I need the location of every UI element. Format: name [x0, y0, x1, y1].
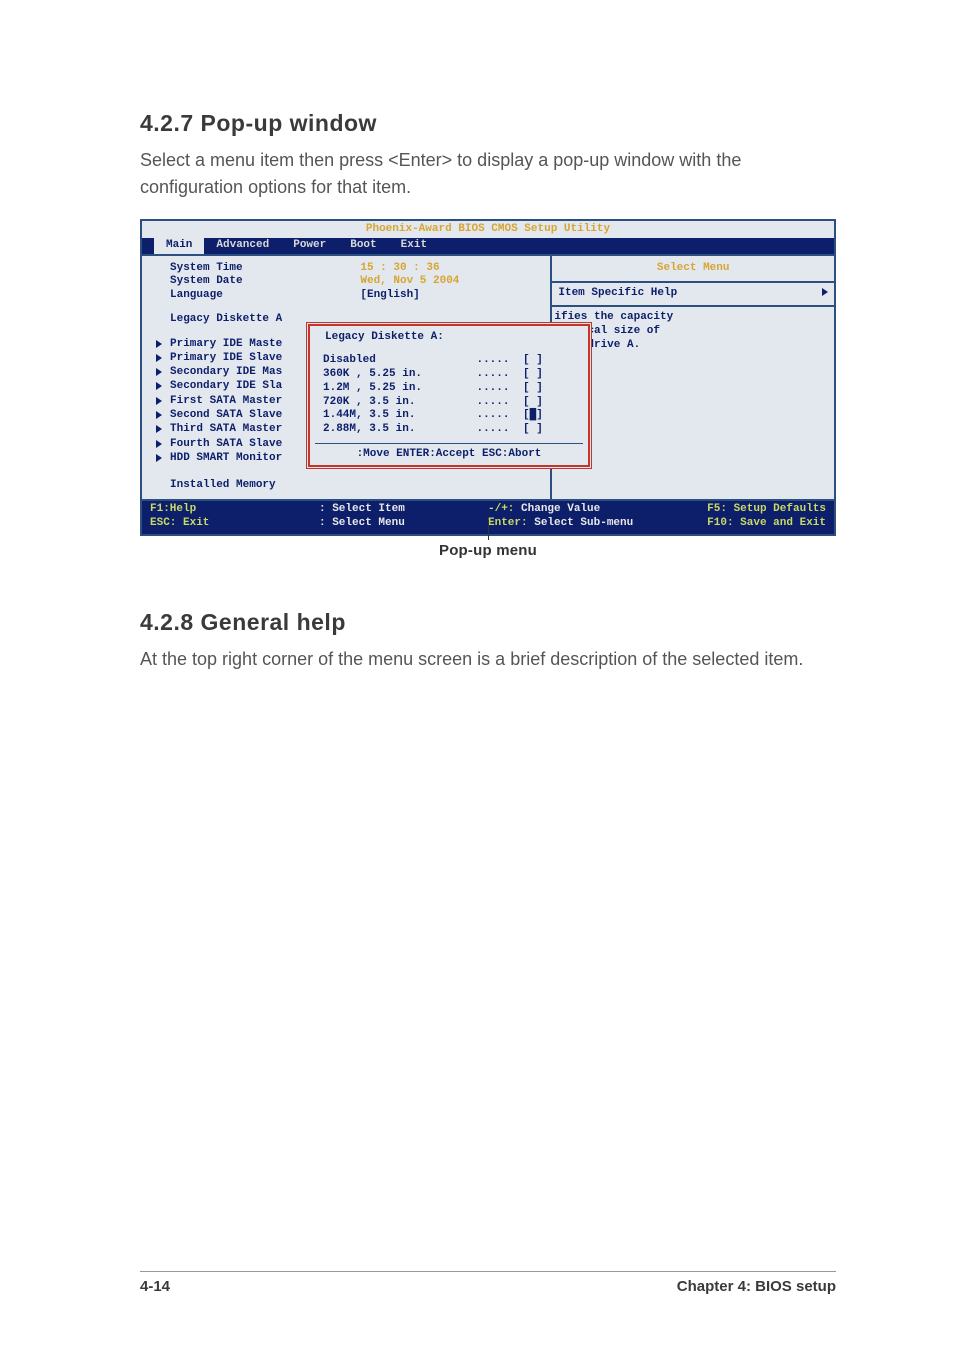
system-date-value: Wed, Nov 5 2004 [360, 275, 540, 289]
popup-option-1-44m[interactable]: 1.44M, 3.5 in. ..... [█] [323, 409, 579, 423]
item-specific-help-header: Item Specific Help [552, 283, 834, 307]
popup-option-720k[interactable]: 720K , 3.5 in. ..... [ ] [323, 396, 579, 410]
popup-option-disabled[interactable]: Disabled ..... [ ] [323, 354, 579, 368]
opt-label: 360K , 5.25 in. [323, 368, 463, 382]
footer-select-menu: : Select Menu [319, 517, 488, 531]
chevron-right-icon [820, 287, 828, 301]
popup-option-1-2m[interactable]: 1.2M , 5.25 in. ..... [ ] [323, 382, 579, 396]
footer-select-item: : Select Item [319, 503, 488, 517]
opt-dots: ..... [463, 396, 523, 410]
tab-exit[interactable]: Exit [389, 238, 439, 254]
bios-left-pane: System Time 15 : 30 : 36 System Date Wed… [142, 256, 552, 499]
row-system-date[interactable]: System Date Wed, Nov 5 2004 [142, 275, 550, 289]
opt-bracket: [█] [523, 409, 563, 423]
popup-option-2-88m[interactable]: 2.88M, 3.5 in. ..... [ ] [323, 423, 579, 437]
system-time-label: System Time [170, 262, 360, 276]
page-number: 4-14 [140, 1278, 170, 1295]
popup-caption: Pop-up menu [140, 542, 836, 559]
item-help-label: Item Specific Help [558, 287, 677, 301]
opt-label: 1.2M , 5.25 in. [323, 382, 463, 396]
language-label: Language [170, 289, 360, 303]
section-4-2-8-paragraph: At the top right corner of the menu scre… [140, 646, 836, 673]
section-4-2-7-paragraph: Select a menu item then press <Enter> to… [140, 147, 836, 201]
opt-bracket: [ ] [523, 354, 563, 368]
page-footer: 4-14 Chapter 4: BIOS setup [0, 1271, 954, 1295]
opt-dots: ..... [463, 382, 523, 396]
opt-bracket: [ ] [523, 396, 563, 410]
opt-bracket: [ ] [523, 368, 563, 382]
section-4-2-8-heading: 4.2.8 General help [140, 609, 836, 636]
popup-option-360k[interactable]: 360K , 5.25 in. ..... [ ] [323, 368, 579, 382]
opt-label: 2.88M, 3.5 in. [323, 423, 463, 437]
popup-title: Legacy Diskette A: [325, 331, 579, 345]
bios-title: Phoenix-Award BIOS CMOS Setup Utility [142, 221, 834, 238]
opt-dots: ..... [463, 354, 523, 368]
language-value: [English] [360, 289, 540, 303]
opt-bracket: [ ] [523, 382, 563, 396]
installed-memory[interactable]: Installed Memory [142, 479, 550, 493]
row-language[interactable]: Language [English] [142, 289, 550, 303]
opt-bracket: [ ] [523, 423, 563, 437]
footer-esc-exit: ESC: Exit [150, 517, 319, 531]
bios-menubar[interactable]: Main Advanced Power Boot Exit [142, 238, 834, 254]
select-menu-header: Select Menu [552, 256, 834, 284]
bios-window: Phoenix-Award BIOS CMOS Setup Utility Ma… [140, 219, 836, 536]
help-text: ifies the capacity physical size of ette… [552, 307, 834, 499]
footer-f5-defaults: F5: Setup Defaults [657, 503, 826, 517]
footer-f1-help: F1:Help [150, 503, 319, 517]
opt-dots: ..... [463, 368, 523, 382]
opt-label: 720K , 3.5 in. [323, 396, 463, 410]
system-time-value: 15 : 30 : 36 [360, 262, 540, 276]
system-date-label: System Date [170, 275, 360, 289]
opt-label: 1.44M, 3.5 in. [323, 409, 463, 423]
hdd-smart-label: HDD SMART Monitor [170, 452, 282, 464]
opt-dots: ..... [463, 409, 523, 423]
bios-right-pane: Select Menu Item Specific Help ifies the… [552, 256, 834, 499]
popup-keyhint: :Move ENTER:Accept ESC:Abort [319, 448, 579, 462]
tab-advanced[interactable]: Advanced [204, 238, 281, 254]
footer-change-value: -/+: Change Value [488, 503, 657, 517]
chapter-title: Chapter 4: BIOS setup [677, 1278, 836, 1295]
popup-legacy-diskette[interactable]: Legacy Diskette A: Disabled ..... [ ] 36… [306, 322, 592, 469]
help-line-2: physical size of [554, 325, 828, 339]
opt-dots: ..... [463, 423, 523, 437]
tab-boot[interactable]: Boot [338, 238, 388, 254]
help-line-3: ette drive A. [554, 339, 828, 353]
footer-f10-save: F10: Save and Exit [657, 517, 826, 531]
tab-power[interactable]: Power [281, 238, 338, 254]
opt-label: Disabled [323, 354, 463, 368]
section-4-2-7-heading: 4.2.7 Pop-up window [140, 110, 836, 137]
tab-main[interactable]: Main [154, 238, 204, 254]
footer-select-submenu: Enter: Select Sub-menu [488, 517, 657, 531]
help-line-1: ifies the capacity [554, 311, 828, 325]
row-system-time[interactable]: System Time 15 : 30 : 36 [142, 262, 550, 276]
